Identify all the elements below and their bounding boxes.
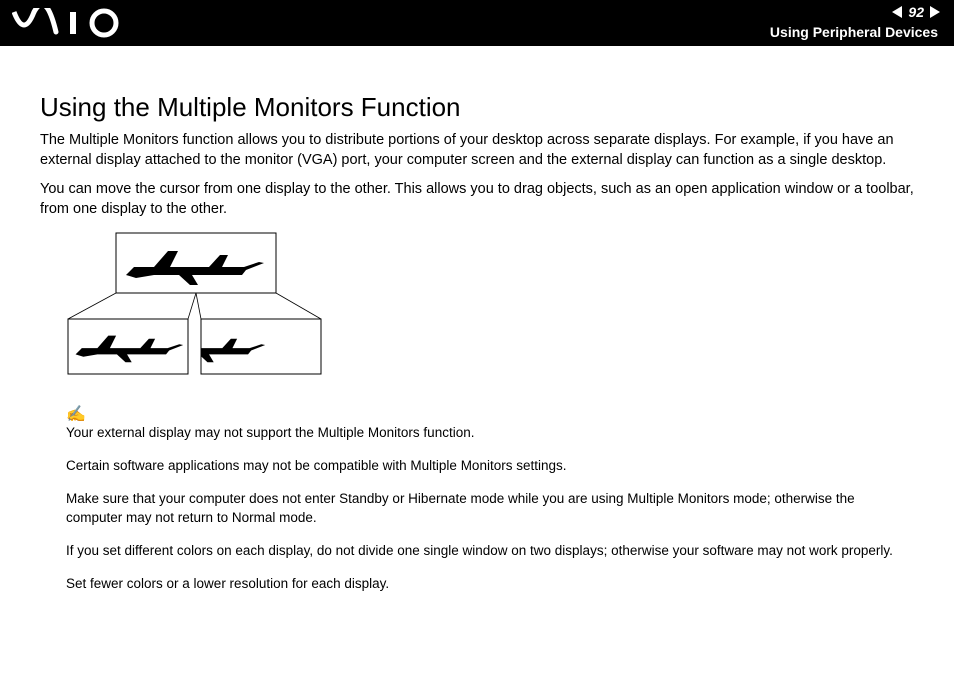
prev-page-icon[interactable] <box>892 6 902 18</box>
page-nav: 92 <box>892 4 940 20</box>
note-2: Certain software applications may not be… <box>66 457 914 476</box>
intro-paragraph-2: You can move the cursor from one display… <box>40 180 914 219</box>
page-content: Using the Multiple Monitors Function The… <box>0 46 954 594</box>
intro-paragraph-1: The Multiple Monitors function allows yo… <box>40 131 914 170</box>
next-page-icon[interactable] <box>930 6 940 18</box>
note-4: If you set different colors on each disp… <box>66 542 914 561</box>
vaio-logo-icon <box>12 8 132 38</box>
page-number: 92 <box>908 4 924 20</box>
note-icon: ✍ <box>66 404 914 424</box>
note-1: Your external display may not support th… <box>66 424 914 443</box>
page-title: Using the Multiple Monitors Function <box>40 92 914 123</box>
note-5: Set fewer colors or a lower resolution f… <box>66 575 914 594</box>
section-title: Using Peripheral Devices <box>770 24 938 40</box>
monitors-illustration <box>66 231 914 386</box>
note-3: Make sure that your computer does not en… <box>66 490 914 528</box>
page-header: 92 Using Peripheral Devices <box>0 0 954 46</box>
